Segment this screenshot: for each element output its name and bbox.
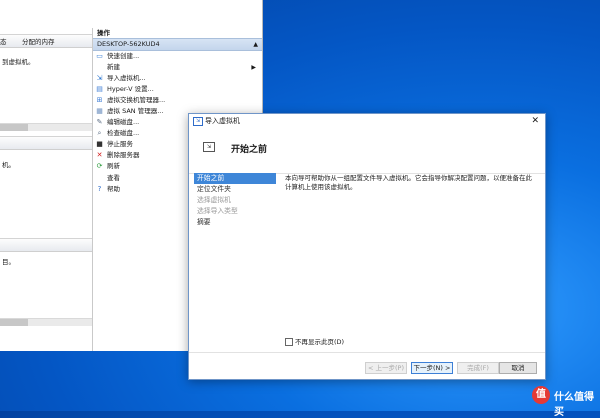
checkpoints-header [0, 136, 92, 150]
import-header-icon: ⇲ [203, 142, 215, 152]
dialog-separator [189, 352, 545, 353]
switch-manager-icon: ⊞ [96, 96, 103, 105]
action-label: 删除服务器 [107, 151, 140, 160]
action-switch-manager[interactable]: ⊞ 虚拟交换机管理器... [93, 95, 262, 106]
action-quick-create[interactable]: ▭ 快速创建... [93, 51, 262, 62]
action-label: 虚拟交换机管理器... [107, 96, 166, 105]
wizard-steps: 开始之前 定位文件夹 选择虚拟机选择导入类型摘要 [194, 173, 276, 353]
collapse-caret-icon[interactable]: ▲ [253, 39, 258, 50]
scrollbar-thumb[interactable] [0, 124, 28, 131]
delete-server-icon: ✕ [96, 151, 103, 160]
dont-show-again-label[interactable]: 不再显示此页(D) [295, 336, 344, 348]
submenu-arrow-icon: ▶ [251, 64, 256, 72]
watermark-badge: 值 [532, 386, 550, 404]
cancel-button[interactable]: 取消 [499, 362, 537, 374]
view-icon [96, 175, 103, 182]
action-label: 新建 [107, 63, 120, 72]
actions-host-header[interactable]: DESKTOP-562KUD4 ▲ [93, 38, 262, 51]
vm-list-message: 到虚拟机。 [2, 58, 35, 66]
settings-icon: ▤ [96, 85, 103, 94]
dialog-title: 导入虚拟机 [205, 117, 240, 125]
wizard-step[interactable]: 开始之前 [194, 173, 276, 184]
action-label: 查看 [107, 173, 120, 182]
vm-list-header: 态 分配的内存 [0, 34, 92, 48]
wizard-step[interactable]: 摘要 [194, 217, 276, 228]
host-name: DESKTOP-562KUD4 [97, 40, 160, 48]
details-scrollbar[interactable] [0, 318, 92, 326]
action-new[interactable]: 新建 ▶ [93, 62, 262, 73]
action-label: Hyper-V 设置... [107, 85, 154, 94]
left-pane: 态 分配的内存 到虚拟机。 机。 目。 [0, 28, 93, 351]
import-vm-icon: ⇲ [96, 74, 103, 83]
watermark-text: 什么值得买 [554, 392, 594, 418]
scrollbar-thumb[interactable] [0, 319, 28, 326]
horizontal-scrollbar[interactable] [0, 123, 92, 131]
wizard-step[interactable]: 定位文件夹 [194, 184, 276, 195]
dialog-header: ⇲ 开始之前 [189, 128, 545, 174]
column-memory[interactable]: 分配的内存 [22, 36, 55, 46]
action-label: 停止服务 [107, 140, 133, 149]
finish-button[interactable]: 完成(F) [457, 362, 499, 374]
stop-service-icon: ■ [96, 140, 103, 149]
details-panel: 目。 [0, 238, 92, 266]
checkpoints-message: 机。 [2, 161, 15, 169]
close-icon[interactable]: ✕ [531, 114, 539, 128]
wizard-step: 选择虚拟机 [197, 196, 231, 204]
details-header [0, 238, 92, 252]
san-manager-icon: ▦ [96, 107, 103, 116]
vm-list-panel: 态 分配的内存 到虚拟机。 [0, 34, 92, 66]
refresh-icon: ⟳ [96, 162, 103, 171]
action-label: 编辑磁盘... [107, 118, 140, 127]
action-label: 虚拟 SAN 管理器... [107, 107, 164, 116]
checkpoints-panel: 机。 [0, 136, 92, 169]
watermark: 值 什么值得买 [532, 384, 594, 418]
action-label: 帮助 [107, 184, 120, 193]
import-window-icon: ⇲ [193, 117, 203, 126]
wizard-step: 选择导入类型 [197, 207, 238, 215]
dialog-title-bar[interactable]: ⇲ 导入虚拟机 ✕ [189, 114, 545, 128]
next-button[interactable]: 下一步(N) > [411, 362, 453, 374]
details-message: 目。 [2, 258, 15, 266]
action-label: 检查磁盘... [107, 129, 140, 138]
dont-show-again-checkbox[interactable] [285, 338, 293, 346]
inspect-disk-icon: ⌕ [97, 129, 102, 138]
action-label: 刷新 [107, 162, 120, 171]
wizard-description: 本向导可帮助你从一组配置文件导入虚拟机。它会指导你解决配置问题，以便准备在此计算… [285, 174, 532, 191]
action-label: 快速创建... [107, 52, 140, 60]
quick-create-icon: ▭ [96, 52, 103, 60]
dialog-header-title: 开始之前 [231, 145, 268, 155]
new-icon [96, 64, 103, 71]
help-icon: ? [97, 184, 102, 193]
import-vm-dialog: ⇲ 导入虚拟机 ✕ ⇲ 开始之前 开始之前 定位文件夹 选择虚拟机 选择导入类型 摘要 … [188, 113, 546, 380]
menu-bar [0, 0, 262, 29]
dont-show-again-row[interactable]: 不再显示此页(D) [285, 336, 537, 348]
previous-button[interactable]: < 上一步(P) [365, 362, 407, 374]
column-state[interactable]: 态 [0, 36, 7, 46]
actions-title: 操作 [93, 28, 262, 38]
edit-disk-icon: ✎ [96, 118, 103, 127]
action-label: 导入虚拟机... [107, 74, 146, 83]
action-settings[interactable]: ▤ Hyper-V 设置... [93, 84, 262, 95]
action-import-vm[interactable]: ⇲ 导入虚拟机... [93, 73, 262, 84]
